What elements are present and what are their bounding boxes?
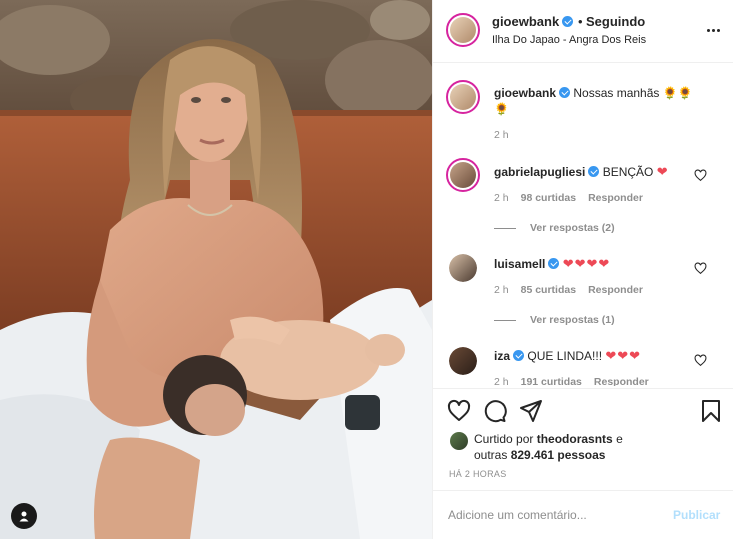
comment-avatar[interactable]: [449, 347, 477, 375]
comment-username[interactable]: gabrielapugliesi: [494, 165, 585, 179]
author-avatar[interactable]: [446, 13, 480, 47]
like-comment-heart-icon[interactable]: [694, 169, 707, 182]
separator-dot: •: [578, 14, 583, 29]
user-tag-icon[interactable]: [11, 503, 37, 529]
comment-input[interactable]: [448, 505, 658, 525]
likes-summary: Curtido por theodorasnts e outras 829.46…: [474, 431, 674, 463]
comment-text: iza QUE LINDA!!! ❤❤❤: [494, 348, 641, 364]
caption-text: gioewbank Nossas manhãs 🌻🌻 🌻: [494, 85, 714, 117]
comment-time[interactable]: 2 h: [494, 192, 509, 204]
post-side-panel: gioewbank • Seguindo Ilha Do Japao - Ang…: [432, 0, 733, 539]
caption-avatar[interactable]: [446, 80, 480, 114]
likes-others-prefix: outras: [474, 448, 508, 462]
comment-username[interactable]: luisamell: [494, 257, 545, 271]
liked-by-avatar[interactable]: [450, 432, 468, 450]
likes-prefix: Curtido por: [474, 432, 534, 446]
caption-time[interactable]: 2 h: [494, 129, 509, 141]
comment-likes[interactable]: 191 curtidas: [521, 376, 582, 386]
comment-avatar[interactable]: [449, 254, 477, 282]
post-actions: Curtido por theodorasnts e outras 829.46…: [433, 388, 733, 468]
author-username[interactable]: gioewbank: [492, 14, 574, 29]
view-replies-button[interactable]: Ver respostas (2): [494, 222, 615, 234]
comment-username[interactable]: iza: [494, 349, 510, 363]
verified-badge-icon: [588, 166, 600, 177]
comment-likes[interactable]: 85 curtidas: [521, 284, 576, 296]
verified-badge-icon: [559, 87, 571, 98]
comment-text: luisamell ❤❤❤❤: [494, 256, 610, 272]
likes-middle: e: [616, 432, 623, 446]
follow-status-button[interactable]: Seguindo: [586, 14, 645, 29]
view-replies-button[interactable]: Ver respostas (1): [494, 314, 615, 326]
heart-emoji: ❤❤❤❤: [562, 256, 611, 271]
comment-time[interactable]: 2 h: [494, 376, 509, 386]
author-username-text[interactable]: gioewbank: [492, 14, 559, 29]
comment-time[interactable]: 2 h: [494, 284, 509, 296]
caption-emoji-line: 🌻: [494, 102, 509, 116]
caption-meta: 2 h: [494, 129, 521, 141]
comment-meta: 2 h 98 curtidas Responder: [494, 192, 655, 204]
verified-badge-icon: [562, 16, 574, 27]
reply-button[interactable]: Responder: [588, 284, 643, 296]
comment-likes[interactable]: 98 curtidas: [521, 192, 576, 204]
comment-body: BENÇÃO: [602, 165, 654, 179]
post-timestamp[interactable]: HÁ 2 HORAS: [449, 469, 507, 479]
caption-body: Nossas manhãs 🌻🌻: [573, 86, 693, 100]
post-image: [0, 0, 432, 539]
post-header: gioewbank • Seguindo Ilha Do Japao - Ang…: [433, 0, 733, 63]
comment-text: gabrielapugliesi BENÇÃO ❤: [494, 164, 669, 180]
reply-button[interactable]: Responder: [588, 192, 643, 204]
verified-badge-icon: [513, 350, 525, 361]
likes-count[interactable]: 829.461 pessoas: [511, 448, 606, 462]
verified-badge-icon: [548, 258, 560, 269]
comments-list: gioewbank Nossas manhãs 🌻🌻 🌻 2 h gabriel…: [433, 64, 733, 386]
like-comment-heart-icon[interactable]: [694, 262, 707, 275]
publish-button[interactable]: Publicar: [673, 508, 720, 522]
post-photo[interactable]: [0, 0, 432, 539]
comment-meta: 2 h 85 curtidas Responder: [494, 284, 655, 296]
heart-icon[interactable]: [447, 399, 471, 423]
reply-button[interactable]: Responder: [594, 376, 649, 386]
like-comment-heart-icon[interactable]: [694, 354, 707, 367]
comment-icon[interactable]: [483, 399, 507, 423]
heart-emoji: ❤❤❤: [605, 348, 642, 363]
comment-body: QUE LINDA!!!: [527, 349, 603, 363]
bookmark-icon[interactable]: [699, 399, 723, 423]
share-icon[interactable]: [519, 399, 543, 423]
heart-emoji: ❤: [656, 164, 669, 179]
more-icon[interactable]: [705, 22, 721, 38]
comment-meta: 2 h 191 curtidas Responder: [494, 376, 661, 386]
comment-composer: Publicar: [433, 490, 733, 539]
post-location[interactable]: Ilha Do Japao - Angra Dos Reis: [492, 34, 646, 46]
liked-by-user[interactable]: theodorasnts: [537, 432, 613, 446]
comment-avatar[interactable]: [446, 158, 480, 192]
caption-username[interactable]: gioewbank: [494, 86, 556, 100]
